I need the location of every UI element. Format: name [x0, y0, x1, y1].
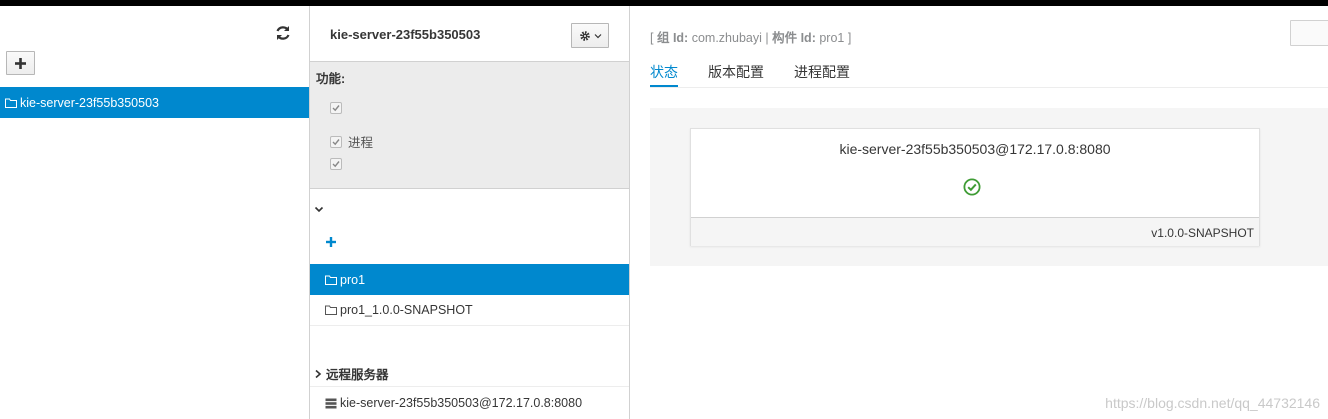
remote-server-item[interactable]: kie-server-23f55b350503@172.17.0.8:8080 — [310, 386, 629, 419]
status-area: kie-server-23f55b350503@172.17.0.8:8080 … — [650, 108, 1328, 266]
chevron-right-icon — [315, 369, 322, 378]
capability-checkbox[interactable] — [330, 135, 342, 148]
remote-servers-toggle[interactable]: 远程服务器 — [314, 364, 389, 383]
check-icon — [332, 138, 340, 145]
tab-process-config[interactable]: 进程配置 — [794, 54, 850, 87]
server-detail-panel: kie-server-23f55b350503 功能: 进程 pro1 pro1… — [310, 6, 630, 419]
tab-version-config[interactable]: 版本配置 — [708, 54, 764, 87]
capabilities-label: 功能: — [316, 72, 346, 86]
ok-status-icon — [963, 178, 981, 196]
container-detail-panel: [ 组 Id: com.zhubayi | 构件 Id: pro1 ] 状态 版… — [631, 6, 1328, 419]
group-id-label: 组 Id: — [656, 31, 689, 45]
settings-dropdown-button[interactable] — [571, 23, 609, 48]
container-action-button[interactable] — [1290, 20, 1328, 46]
folder-icon — [325, 305, 337, 315]
check-icon — [332, 161, 340, 168]
breadcrumb-close: ] — [847, 31, 852, 45]
remote-servers-label: 远程服务器 — [326, 368, 389, 382]
chevron-down-icon — [594, 33, 601, 38]
add-server-button[interactable] — [6, 51, 35, 75]
remote-server-label: kie-server-23f55b350503@172.17.0.8:8080 — [340, 396, 583, 410]
server-icon — [325, 398, 337, 408]
plus-icon — [15, 57, 26, 69]
tab-status[interactable]: 状态 — [650, 54, 678, 87]
container-label: pro1_1.0.0-SNAPSHOT — [340, 303, 473, 317]
artifact-id-value: pro1 — [819, 31, 845, 45]
refresh-icon[interactable] — [274, 24, 292, 42]
card-version: v1.0.0-SNAPSHOT — [691, 217, 1259, 246]
server-item[interactable]: kie-server-23f55b350503 — [0, 87, 309, 118]
watermark: https://blog.csdn.net/qq_44732146 — [1105, 395, 1320, 411]
server-list-panel: kie-server-23f55b350503 — [0, 6, 310, 419]
gear-icon — [579, 30, 590, 41]
container-label: pro1 — [340, 272, 366, 287]
server-status-card: kie-server-23f55b350503@172.17.0.8:8080 … — [690, 128, 1260, 246]
container-item-pro1-snapshot[interactable]: pro1_1.0.0-SNAPSHOT — [310, 295, 629, 326]
capability-checkbox[interactable] — [330, 158, 342, 170]
server-item-label: kie-server-23f55b350503 — [20, 95, 159, 110]
capability-label: 进程 — [348, 136, 374, 150]
capability-checkbox[interactable] — [330, 102, 342, 114]
add-container-icon[interactable] — [325, 236, 337, 248]
folder-icon — [325, 275, 337, 285]
folder-icon — [5, 98, 17, 108]
group-id-value: com.zhubayi — [691, 31, 762, 45]
capability-row — [330, 102, 348, 114]
capabilities-panel: 功能: 进程 — [310, 61, 629, 189]
card-title: kie-server-23f55b350503@172.17.0.8:8080 — [839, 141, 1111, 157]
breadcrumb-separator: | — [765, 31, 769, 45]
artifact-id-label: 构件 Id: — [772, 31, 816, 45]
breadcrumb-open: [ — [650, 31, 654, 45]
capability-row: 进程 — [330, 132, 373, 151]
server-title: kie-server-23f55b350503 — [330, 27, 481, 42]
breadcrumb: [ 组 Id: com.zhubayi | 构件 Id: pro1 ] — [650, 27, 851, 46]
check-icon — [332, 105, 340, 112]
tab-bar: 状态 版本配置 进程配置 — [650, 54, 1328, 88]
collapse-containers-icon[interactable] — [313, 203, 325, 215]
container-item-pro1[interactable]: pro1 — [310, 264, 629, 295]
capability-row — [330, 158, 348, 170]
